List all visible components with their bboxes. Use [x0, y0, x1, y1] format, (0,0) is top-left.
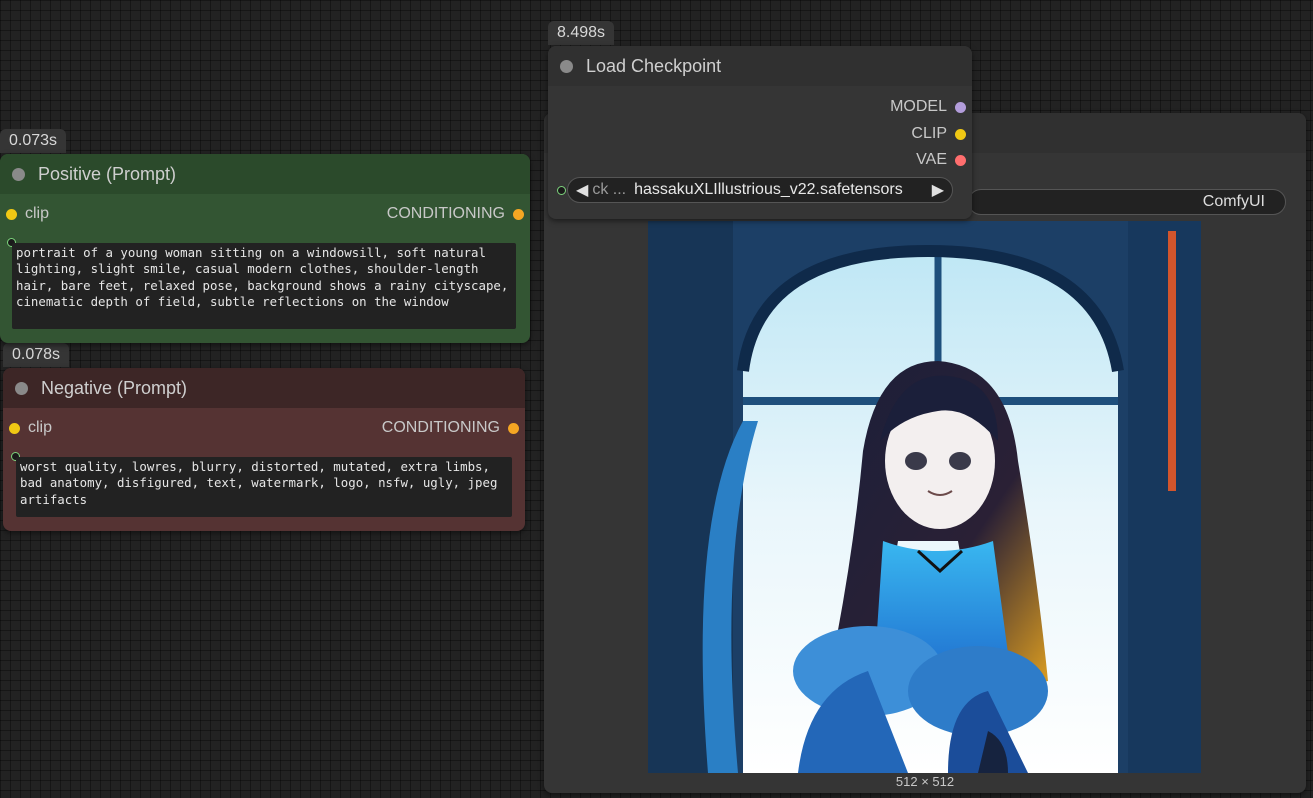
positive-timing-badge: 0.073s	[0, 129, 67, 153]
vae-output-row: VAE	[548, 150, 972, 170]
checkpoint-title-bar[interactable]: Load Checkpoint	[548, 46, 972, 86]
clip-input-label: clip	[28, 419, 53, 436]
ckpt-widget-input-socket[interactable]	[557, 186, 566, 195]
checkpoint-title: Load Checkpoint	[586, 55, 722, 76]
generated-image[interactable]	[648, 221, 1201, 773]
image-size-label: 512 × 512	[895, 774, 955, 789]
negative-title-bar[interactable]: Negative (Prompt)	[3, 368, 525, 408]
negative-timing-badge: 0.078s	[3, 343, 70, 367]
negative-slot-row: clip CONDITIONING	[3, 418, 525, 438]
negative-title: Negative (Prompt)	[41, 377, 188, 398]
conditioning-output-socket[interactable]	[513, 208, 524, 220]
model-output-row: MODEL	[548, 97, 972, 117]
collapse-toggle-icon[interactable]	[12, 167, 25, 181]
clip-output-socket[interactable]	[955, 128, 966, 140]
clip-output-label: CLIP	[911, 125, 947, 142]
conditioning-output-socket[interactable]	[508, 422, 519, 434]
clip-input-label: clip	[25, 205, 50, 222]
positive-slot-row: clip CONDITIONING	[0, 204, 530, 224]
ckpt-name-label: ck ...	[592, 181, 627, 198]
previous-arrow-icon[interactable]: ◀	[576, 180, 588, 200]
collapse-toggle-icon[interactable]	[560, 59, 573, 73]
ckpt-name-combo[interactable]: ◀ ck ... hassakuXLIllustrious_v22.safete…	[567, 177, 953, 203]
positive-prompt-textarea[interactable]: portrait of a young woman sitting on a w…	[12, 243, 516, 329]
clip-output-row: CLIP	[548, 124, 972, 144]
anime-girl-illustration	[648, 221, 1201, 773]
clip-input-socket[interactable]	[6, 208, 17, 220]
filename-prefix-value: ComfyUI	[1202, 193, 1265, 210]
negative-prompt-node[interactable]: Negative (Prompt) clip CONDITIONING wors…	[3, 368, 525, 531]
vae-output-socket[interactable]	[955, 154, 966, 166]
positive-title-bar[interactable]: Positive (Prompt)	[0, 154, 530, 194]
vae-output-label: VAE	[916, 151, 947, 168]
negative-prompt-textarea[interactable]: worst quality, lowres, blurry, distorted…	[16, 457, 512, 517]
model-output-socket[interactable]	[955, 101, 966, 113]
ckpt-name-value: hassakuXLIllustrious_v22.safetensors	[634, 181, 903, 198]
checkpoint-timing-badge: 8.498s	[548, 21, 615, 45]
conditioning-output-label: CONDITIONING	[386, 205, 505, 222]
load-checkpoint-node[interactable]: Load Checkpoint MODEL CLIP VAE ◀ ck ... …	[548, 46, 972, 219]
positive-prompt-node[interactable]: Positive (Prompt) clip CONDITIONING port…	[0, 154, 530, 343]
next-arrow-icon[interactable]: ▶	[932, 180, 944, 200]
positive-title: Positive (Prompt)	[38, 163, 177, 184]
collapse-toggle-icon[interactable]	[15, 381, 28, 395]
clip-input-socket[interactable]	[9, 422, 20, 434]
model-output-label: MODEL	[890, 98, 947, 115]
filename-prefix-field[interactable]: ComfyUI	[968, 189, 1286, 215]
conditioning-output-label: CONDITIONING	[381, 419, 500, 436]
